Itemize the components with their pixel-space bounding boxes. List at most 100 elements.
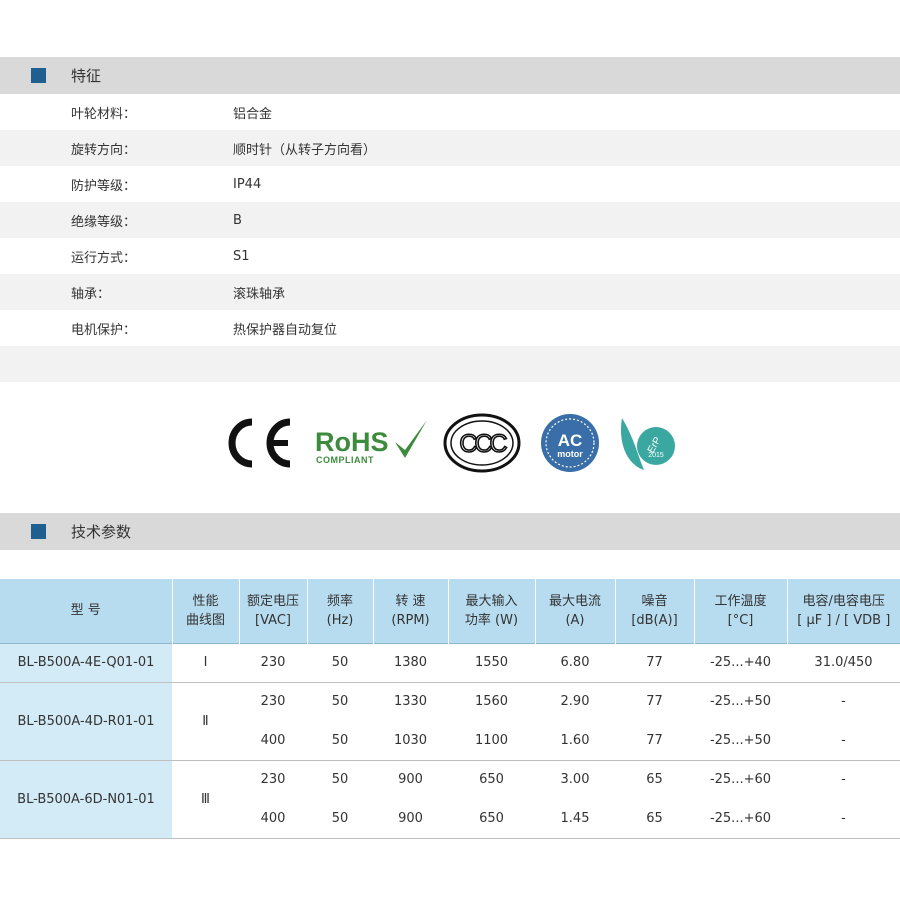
- ac-text: AC: [558, 431, 583, 450]
- current-cell: 1.45: [535, 799, 615, 839]
- feature-value: IP44: [233, 176, 262, 192]
- header-current: 最大电流 (A): [535, 579, 616, 643]
- feature-label: 绝缘等级：: [71, 214, 137, 230]
- table-row: BL-B500A-4E-Q01-01 Ⅰ 230 50 1380 1550 6.…: [0, 643, 900, 683]
- header-temperature: 工作温度 [°C]: [694, 579, 788, 643]
- feature-value: 顺时针（从转子方向看）: [233, 142, 377, 158]
- header-frequency: 频率 (Hz): [307, 579, 374, 643]
- features-header: 特征: [0, 57, 900, 94]
- capacitor-cell: -: [787, 721, 900, 761]
- model-cell: BL-B500A-4E-Q01-01: [0, 643, 172, 683]
- specs-table: 型 号 性能 曲线图 额定电压 [VAC] 频率 (Hz) 转 速 (RPM) 最大输入…: [0, 579, 900, 839]
- current-cell: 6.80: [535, 643, 615, 683]
- table-header-row: 型 号 性能 曲线图 额定电压 [VAC] 频率 (Hz) 转 速 (RPM) 最大输入…: [0, 579, 900, 643]
- power-cell: 650: [448, 799, 535, 839]
- capacitor-cell: -: [841, 772, 846, 788]
- feature-row: 旋转方向： 顺时针（从转子方向看）: [0, 130, 900, 166]
- power-cell: 1100: [448, 721, 535, 761]
- feature-label: 旋转方向：: [71, 142, 137, 158]
- feature-row: 防护等级： IP44: [0, 166, 900, 202]
- feature-row: 轴承： 滚珠轴承: [0, 274, 900, 310]
- curve-cell: Ⅱ: [172, 682, 239, 761]
- features-title: 特征: [71, 67, 102, 85]
- feature-label: 运行方式：: [71, 250, 137, 266]
- temperature-cell: -25...+40: [694, 643, 787, 683]
- voltage-cell: 400: [239, 721, 307, 761]
- frequency-cell: 50: [331, 772, 349, 788]
- capacitor-cell: 31.0/450: [787, 643, 900, 683]
- header-capacitor: 电容/电容电压[ μF ] / [ VDB ]: [787, 579, 900, 643]
- temperature-cell: -25...+50: [694, 721, 787, 761]
- rohs-text: RoHS: [315, 427, 389, 457]
- specs-title: 技术参数: [71, 523, 132, 541]
- table-row: BL-B500A-4D-R01-01 Ⅱ 230 50 1330 1560 2.…: [0, 682, 900, 761]
- frequency-cell: 50: [307, 721, 373, 761]
- specs-header: 技术参数: [0, 513, 900, 550]
- feature-label: 轴承：: [71, 286, 111, 302]
- power-cell: 1560: [474, 694, 509, 710]
- feature-row-empty: [0, 346, 900, 382]
- voltage-cell: 230: [260, 694, 286, 710]
- noise-cell: 77: [615, 643, 694, 683]
- temperature-cell: -25...+50: [709, 694, 772, 710]
- header-speed: 转 速 (RPM): [373, 579, 449, 643]
- curve-cell: Ⅲ: [172, 760, 239, 839]
- model-cell: BL-B500A-4D-R01-01: [0, 682, 172, 761]
- speed-cell: 1330: [393, 694, 428, 710]
- ac-motor-logo: AC motor: [541, 414, 599, 472]
- table-row: BL-B500A-6D-N01-01 Ⅲ 230 50 900 650 3.00…: [0, 760, 900, 839]
- frequency-cell: 50: [307, 799, 373, 839]
- noise-cell: 77: [615, 721, 694, 761]
- noise-cell: 65: [615, 799, 694, 839]
- feature-value: 铝合金: [233, 106, 273, 122]
- rohs-compliant-text: COMPLIANT: [316, 455, 374, 465]
- speed-cell: 1380: [373, 643, 448, 683]
- erp-logo: ErP 2015: [620, 418, 675, 470]
- ce-logo: [228, 418, 291, 468]
- header-noise: 噪音 [dB(A)]: [615, 579, 695, 643]
- ccc-logo: CCC: [443, 413, 521, 473]
- model-cell: BL-B500A-6D-N01-01: [0, 760, 172, 839]
- section-marker: [31, 68, 46, 83]
- feature-label: 电机保护：: [71, 322, 137, 338]
- voltage-cell: 230: [239, 643, 307, 683]
- erp-year-text: 2015: [648, 452, 664, 459]
- feature-row: 运行方式： S1: [0, 238, 900, 274]
- feature-value: 热保护器自动复位: [233, 322, 338, 338]
- header-power: 最大输入 功率 (W): [448, 579, 536, 643]
- speed-cell: 900: [373, 799, 448, 839]
- power-cell: 1550: [448, 643, 535, 683]
- curve-cell: Ⅰ: [172, 643, 239, 683]
- section-marker: [31, 524, 46, 539]
- power-cell: 650: [479, 772, 504, 788]
- feature-row: 绝缘等级： B: [0, 202, 900, 238]
- capacitor-cell: -: [787, 799, 900, 839]
- rohs-logo: RoHS COMPLIANT: [315, 420, 427, 465]
- feature-value: S1: [233, 248, 250, 264]
- speed-cell: 1030: [373, 721, 448, 761]
- temperature-cell: -25...+60: [694, 799, 787, 839]
- feature-value: 滚珠轴承: [233, 286, 286, 302]
- features-list: 叶轮材料： 铝合金 旋转方向： 顺时针（从转子方向看） 防护等级： IP44 绝…: [0, 94, 900, 382]
- feature-row: 叶轮材料： 铝合金: [0, 94, 900, 130]
- header-voltage: 额定电压 [VAC]: [239, 579, 308, 643]
- feature-row: 电机保护： 热保护器自动复位: [0, 310, 900, 346]
- feature-value: B: [233, 212, 242, 228]
- feature-label: 防护等级：: [71, 178, 137, 194]
- voltage-cell: 230: [260, 772, 286, 788]
- capacitor-cell: -: [841, 694, 846, 710]
- frequency-cell: 50: [307, 643, 373, 683]
- noise-cell: 65: [646, 772, 663, 788]
- header-curve: 性能 曲线图: [172, 579, 240, 643]
- current-cell: 3.00: [560, 772, 590, 788]
- frequency-cell: 50: [331, 694, 349, 710]
- current-cell: 2.90: [560, 694, 590, 710]
- current-cell: 1.60: [535, 721, 615, 761]
- feature-label: 叶轮材料：: [71, 106, 137, 122]
- motor-text: motor: [557, 449, 583, 459]
- voltage-cell: 400: [239, 799, 307, 839]
- noise-cell: 77: [646, 694, 663, 710]
- certification-logos: RoHS COMPLIANT CCC AC motor ErP 2015: [220, 412, 680, 474]
- temperature-cell: -25...+60: [709, 772, 772, 788]
- ccc-text: CCC: [459, 430, 507, 458]
